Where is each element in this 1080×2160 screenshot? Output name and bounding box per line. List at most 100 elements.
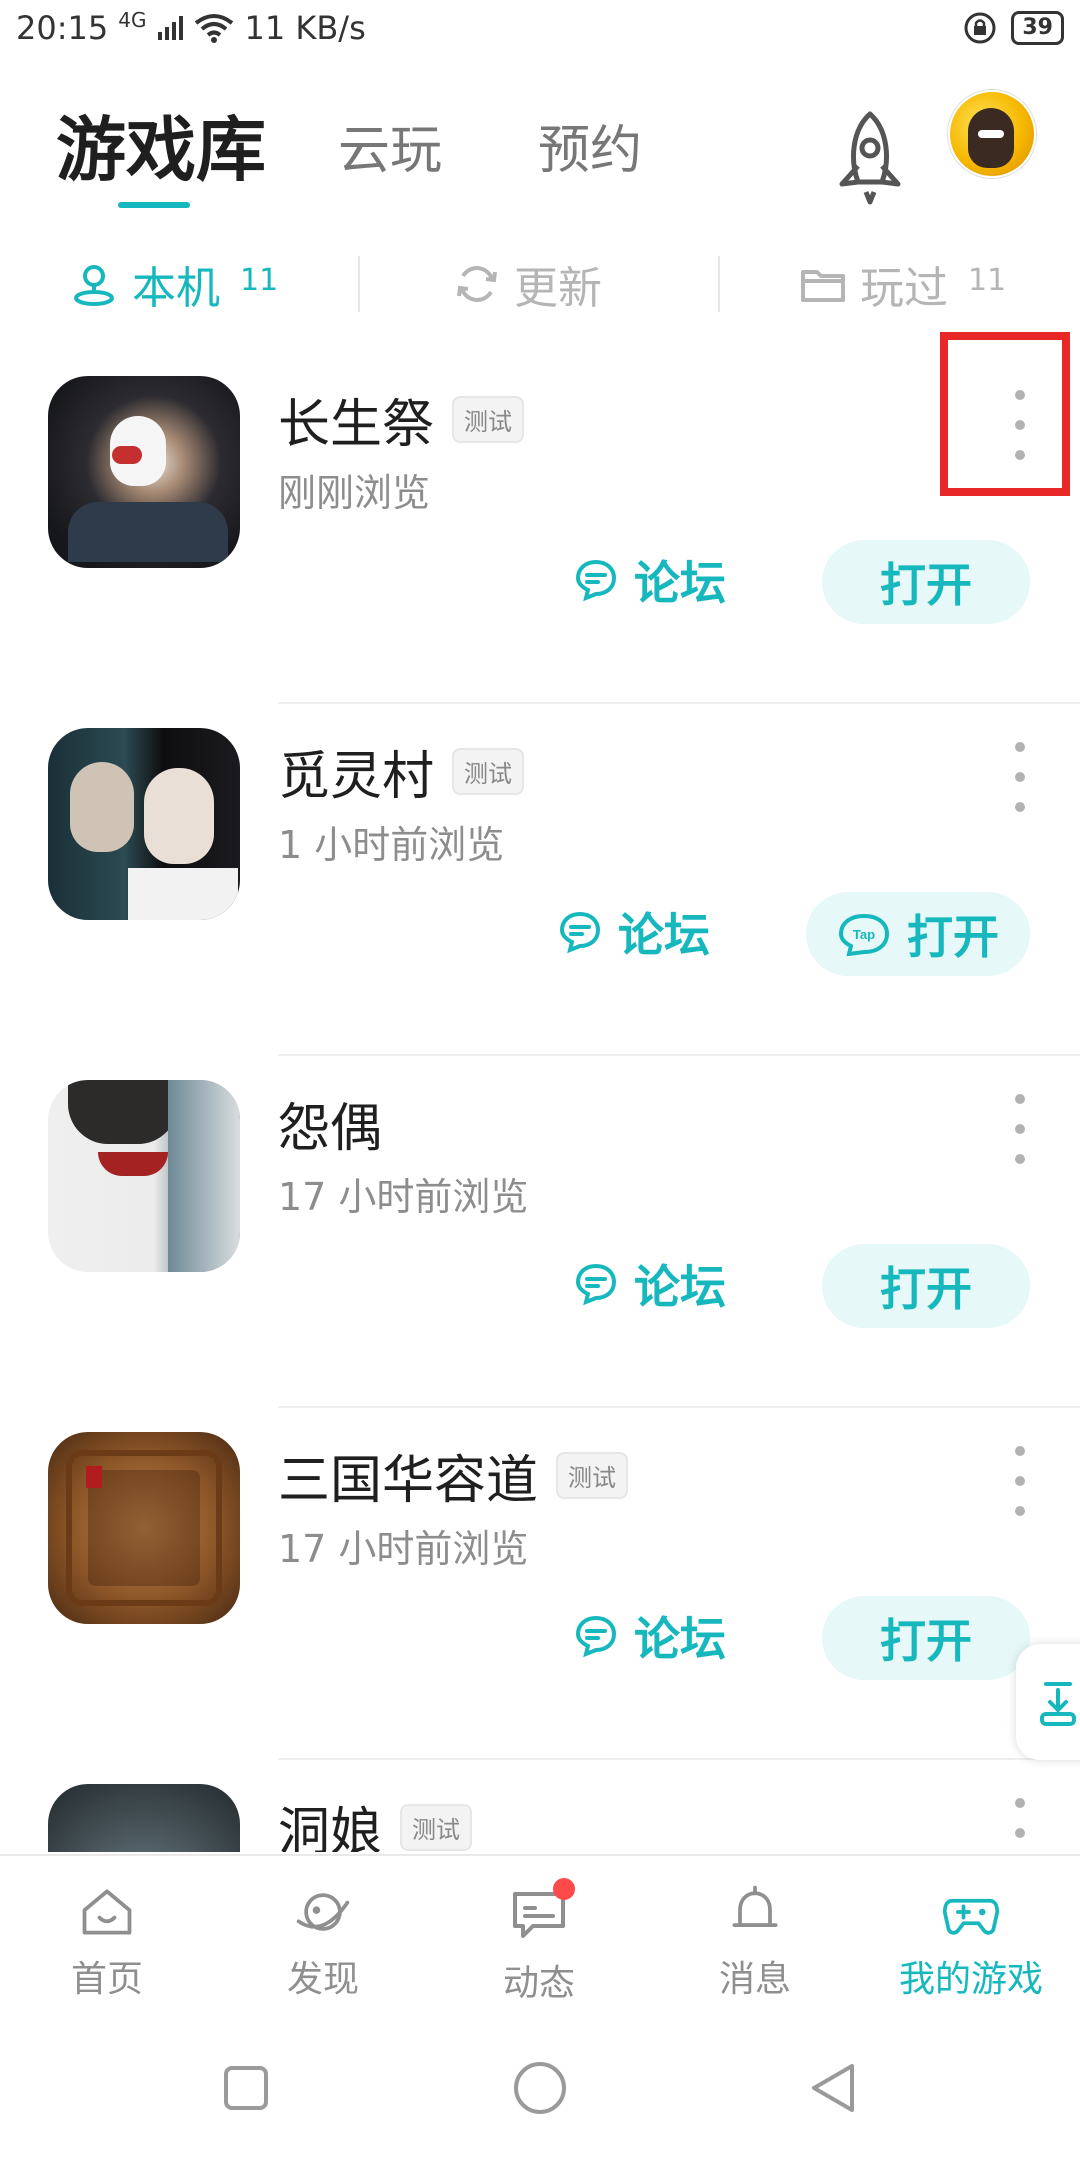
more-options-icon[interactable] (1005, 1094, 1035, 1164)
list-item[interactable]: 三国华容道 测试 17 小时前浏览 论坛 打开 (0, 1408, 1080, 1760)
square-icon (224, 2066, 268, 2110)
forum-button[interactable]: 论坛 (572, 540, 726, 620)
discover-planet-icon (296, 1893, 350, 1931)
game-list: 长生祭 测试 刚刚浏览 论坛 打开 觅灵村 测试 1 小时前浏览 论坛 Tap … (0, 352, 1080, 1852)
list-item[interactable]: 怨偶 17 小时前浏览 论坛 打开 (0, 1056, 1080, 1408)
tap-logo-icon: Tap (838, 913, 890, 956)
user-location-icon (74, 265, 114, 306)
tab-reservation[interactable]: 预约 (538, 108, 642, 183)
wifi-icon (195, 14, 234, 43)
status-time: 20:15 (16, 9, 109, 47)
test-badge: 测试 (400, 1804, 473, 1851)
forum-label: 论坛 (634, 556, 726, 610)
open-label: 打开 (880, 1614, 972, 1668)
gamepad-icon (942, 1898, 1000, 1935)
status-bar: 20:15 4G 11 KB/s 39 (0, 0, 1080, 56)
open-label: 打开 (880, 1262, 972, 1316)
forum-icon (559, 911, 601, 954)
nav-messages-label: 消息 (718, 1959, 791, 2000)
home-system-button[interactable] (500, 2058, 580, 2118)
browse-time: 刚刚浏览 (278, 471, 431, 515)
subtabs: 本机 11 更新 玩过 11 (0, 244, 1080, 324)
subtab-local-count: 11 (240, 262, 279, 298)
test-badge: 测试 (556, 1452, 629, 1499)
game-thumbnail[interactable] (48, 728, 240, 920)
bottom-navigation: 首页 发现 动态 消息 我的游戏 (0, 1854, 1080, 2014)
nav-discover[interactable]: 发现 (228, 1882, 418, 2002)
nav-home[interactable]: 首页 (12, 1882, 202, 2002)
game-title-row: 三国华容道 测试 (278, 1438, 629, 1513)
open-button[interactable]: 打开 (822, 1596, 1030, 1680)
game-title: 长生祭 (278, 395, 435, 455)
feed-chat-icon (507, 1878, 575, 1946)
status-left: 20:15 4G 11 KB/s (16, 8, 366, 47)
subtab-divider (718, 256, 720, 312)
game-thumbnail[interactable] (48, 376, 240, 568)
active-tab-indicator (118, 202, 190, 208)
folder-icon (801, 270, 845, 302)
svg-text:Tap: Tap (853, 927, 875, 942)
game-title-row: 长生祭 测试 (278, 382, 525, 457)
forum-button[interactable]: 论坛 (556, 892, 710, 972)
subtab-played[interactable]: 玩过 11 (800, 252, 1006, 316)
forum-icon (575, 1263, 617, 1306)
test-badge: 测试 (452, 396, 525, 443)
browse-time: 17 小时前浏览 (278, 1175, 529, 1219)
subtab-update[interactable]: 更新 (454, 252, 602, 316)
avatar-face (968, 108, 1014, 168)
floating-download-button[interactable] (1016, 1644, 1080, 1760)
nav-feed-label: 动态 (502, 1963, 575, 2004)
nav-feed[interactable]: 动态 (444, 1878, 634, 2004)
signal-bars-icon (158, 16, 184, 40)
open-label: 打开 (907, 910, 999, 964)
nav-messages[interactable]: 消息 (660, 1882, 850, 2002)
list-item[interactable]: 觅灵村 测试 1 小时前浏览 论坛 Tap 打开 (0, 704, 1080, 1056)
signal-icon: 4G (118, 8, 147, 32)
more-options-icon[interactable] (1005, 1446, 1035, 1516)
subtab-played-count: 11 (968, 262, 1007, 298)
game-thumbnail[interactable] (48, 1080, 240, 1272)
game-title-row: 觅灵村 测试 (278, 734, 525, 809)
forum-button[interactable]: 论坛 (572, 1596, 726, 1676)
browse-time: 17 小时前浏览 (278, 1527, 529, 1571)
game-title-row: 洞娘 测试 (278, 1790, 473, 1852)
forum-button[interactable]: 论坛 (572, 1244, 726, 1324)
user-avatar[interactable] (948, 90, 1036, 178)
home-icon (82, 1889, 132, 1935)
circle-icon (514, 2062, 566, 2114)
more-options-icon[interactable] (1005, 742, 1035, 812)
browse-time: 1 小时前浏览 (278, 823, 505, 867)
game-thumbnail[interactable] (48, 1432, 240, 1624)
open-button[interactable]: 打开 (822, 540, 1030, 624)
forum-label: 论坛 (634, 1612, 726, 1666)
header: 游戏库 云玩 预约 (0, 86, 1080, 226)
battery-indicator: 39 (1011, 11, 1064, 45)
rocket-icon[interactable] (830, 108, 910, 208)
game-title: 觅灵村 (278, 747, 435, 807)
game-title: 三国华容道 (278, 1451, 539, 1511)
tab-game-library[interactable]: 游戏库 (56, 94, 266, 195)
game-thumbnail[interactable] (48, 1784, 240, 1852)
status-right: 39 (963, 11, 1064, 45)
refresh-icon (457, 266, 497, 302)
subtab-local-label: 本机 (132, 263, 220, 314)
open-button[interactable]: Tap 打开 (806, 892, 1030, 976)
network-speed: 11 KB/s (244, 9, 366, 47)
list-item[interactable]: 洞娘 测试 (0, 1760, 1080, 1852)
subtab-played-label: 玩过 (860, 263, 948, 314)
more-options-icon[interactable] (1005, 1798, 1035, 1852)
open-button[interactable]: 打开 (822, 1244, 1030, 1328)
subtab-divider (358, 256, 360, 312)
notification-dot (553, 1878, 575, 1900)
triangle-back-icon (812, 2064, 854, 2112)
subtab-local[interactable]: 本机 11 (70, 252, 278, 316)
back-button[interactable] (792, 2058, 872, 2118)
tab-cloud-play[interactable]: 云玩 (338, 108, 442, 183)
recent-apps-button[interactable] (206, 2058, 286, 2118)
bell-icon (732, 1885, 778, 1927)
lock-rotation-icon (964, 12, 996, 44)
list-item[interactable]: 长生祭 测试 刚刚浏览 论坛 打开 (0, 352, 1080, 704)
forum-label: 论坛 (634, 1260, 726, 1314)
nav-my-games[interactable]: 我的游戏 (876, 1882, 1066, 2002)
forum-icon (575, 1615, 617, 1658)
